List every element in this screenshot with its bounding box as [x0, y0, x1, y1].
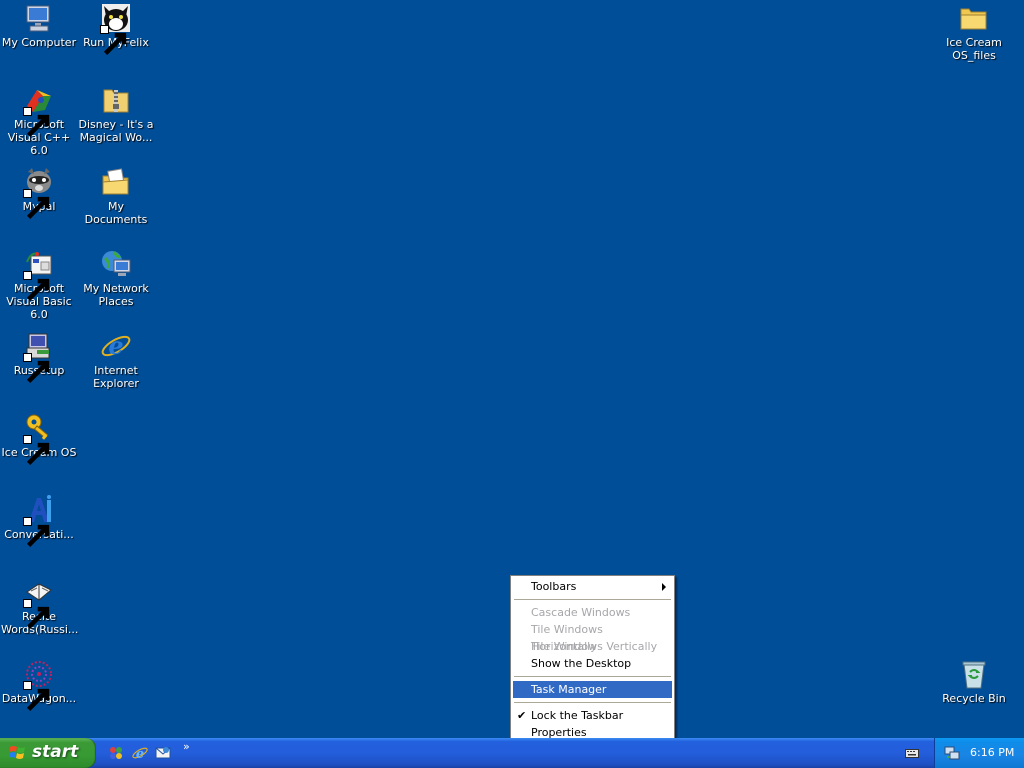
- desktop-icon-recycle-bin[interactable]: Recycle Bin: [935, 658, 1013, 705]
- shortcut-arrow-icon: [23, 353, 50, 384]
- documents-folder-icon: [100, 166, 132, 198]
- desktop-icon-disney[interactable]: Disney - It's a Magical Wo...: [77, 84, 155, 144]
- menu-item-show-desktop[interactable]: Show the Desktop: [513, 655, 672, 672]
- zip-folder-icon: [100, 84, 132, 116]
- menu-item-toolbars[interactable]: Toolbars: [513, 578, 672, 595]
- desktop-icon-ice-cream-os[interactable]: Ice Cream OS: [0, 412, 78, 466]
- visual-basic-icon: [23, 248, 55, 302]
- menu-item-task-manager[interactable]: Task Manager: [513, 681, 672, 698]
- menu-item-label: Lock the Taskbar: [531, 709, 624, 722]
- shortcut-arrow-icon: [23, 107, 50, 138]
- clock[interactable]: 6:16 PM: [970, 746, 1014, 759]
- desktop-icon-label: Internet Explorer: [93, 364, 139, 390]
- desktop-icon-label: My Documents: [84, 200, 148, 226]
- desktop-icon-my-documents[interactable]: My Documents: [77, 166, 155, 226]
- shortcut-arrow-icon: [100, 25, 127, 56]
- recycle-bin-icon: [958, 658, 990, 690]
- menu-separator: [514, 676, 671, 677]
- keyboard-icon[interactable]: [905, 747, 919, 759]
- desktop-icon-label: My Network Places: [83, 282, 149, 308]
- desktop[interactable]: My Computer Microsoft Visual C++ 6.0 Myp…: [0, 0, 1024, 744]
- desktop-icon-run-myfelix[interactable]: Run MyFelix: [77, 2, 155, 56]
- messenger-icon[interactable]: [108, 745, 124, 761]
- desktop-icon-russetup[interactable]: Russetup: [0, 330, 78, 384]
- svg-text:e: e: [108, 331, 123, 360]
- menu-item-label: Show the Desktop: [531, 657, 632, 670]
- shortcut-arrow-icon: [23, 599, 50, 630]
- setup-icon: [23, 330, 55, 384]
- menu-item-label: Toolbars: [531, 580, 577, 593]
- shortcut-arrow-icon: [23, 189, 50, 220]
- menu-item-label: Cascade Windows: [531, 606, 631, 619]
- internet-explorer-icon: e: [100, 330, 132, 362]
- network-icon: [100, 248, 132, 280]
- menu-item-cascade-windows: Cascade Windows: [513, 604, 672, 621]
- shortcut-arrow-icon: [23, 681, 50, 712]
- ai-icon: [23, 494, 55, 548]
- visual-cpp-icon: [23, 84, 55, 138]
- desktop-icon-msvb[interactable]: Microsoft Visual Basic 6.0: [0, 248, 78, 321]
- start-label: start: [32, 742, 79, 762]
- desktop-icon-mypal[interactable]: Mypal: [0, 166, 78, 220]
- shortcut-arrow-icon: [23, 271, 50, 302]
- desktop-icon-datawagon[interactable]: DataWagon...: [0, 658, 78, 712]
- start-button[interactable]: start: [0, 738, 96, 768]
- windows-flag-icon: [9, 746, 25, 759]
- menu-item-lock-taskbar[interactable]: ✔ Lock the Taskbar: [513, 707, 672, 724]
- book-icon: [23, 576, 55, 630]
- desktop-icon-ice-cream-os-files[interactable]: Ice Cream OS_files: [935, 2, 1013, 62]
- cat-icon: [100, 2, 132, 56]
- desktop-icon-label: Disney - It's a Magical Wo...: [78, 118, 154, 144]
- outlook-express-icon[interactable]: [155, 745, 171, 761]
- datawagon-icon: [23, 658, 55, 712]
- menu-item-label: Task Manager: [531, 683, 607, 696]
- desktop-icon-label: My Computer: [1, 36, 77, 49]
- desktop-icon-label: Recycle Bin: [942, 692, 1006, 705]
- shortcut-arrow-icon: [23, 517, 50, 548]
- desktop-icon-my-network-places[interactable]: My Network Places: [77, 248, 155, 308]
- taskbar-context-menu: Toolbars Cascade Windows Tile Windows Ho…: [510, 575, 675, 744]
- computer-icon: [23, 2, 55, 34]
- menu-separator: [514, 599, 671, 600]
- desktop-icon-my-computer[interactable]: My Computer: [0, 2, 78, 49]
- system-tray: 6:16 PM: [934, 738, 1024, 768]
- svg-text:e: e: [136, 747, 144, 761]
- checkmark-icon: ✔: [517, 709, 527, 722]
- internet-explorer-icon[interactable]: e: [132, 745, 148, 761]
- folder-icon: [958, 2, 990, 34]
- key-icon: [23, 412, 55, 466]
- taskbar[interactable]: start e » 6:16 PM: [0, 738, 1024, 768]
- menu-separator: [514, 702, 671, 703]
- desktop-icon-conversati[interactable]: Conversati...: [0, 494, 78, 548]
- quick-launch-more-icon[interactable]: »: [183, 740, 190, 753]
- desktop-icon-msvc[interactable]: Microsoft Visual C++ 6.0: [0, 84, 78, 157]
- menu-item-tile-vertically: Tile Windows Vertically: [513, 638, 672, 655]
- menu-item-label: Tile Windows Vertically: [531, 640, 658, 653]
- desktop-icon-internet-explorer[interactable]: e Internet Explorer: [77, 330, 155, 390]
- raccoon-icon: [23, 166, 55, 220]
- network-tray-icon[interactable]: [944, 745, 960, 761]
- desktop-icon-recite-words[interactable]: Recite Words(Russi...: [0, 576, 78, 636]
- desktop-icon-label: Ice Cream OS_files: [946, 36, 1002, 62]
- shortcut-arrow-icon: [23, 435, 50, 466]
- menu-item-tile-horizontally: Tile Windows Horizontally: [513, 621, 672, 653]
- submenu-arrow-icon: [662, 583, 666, 591]
